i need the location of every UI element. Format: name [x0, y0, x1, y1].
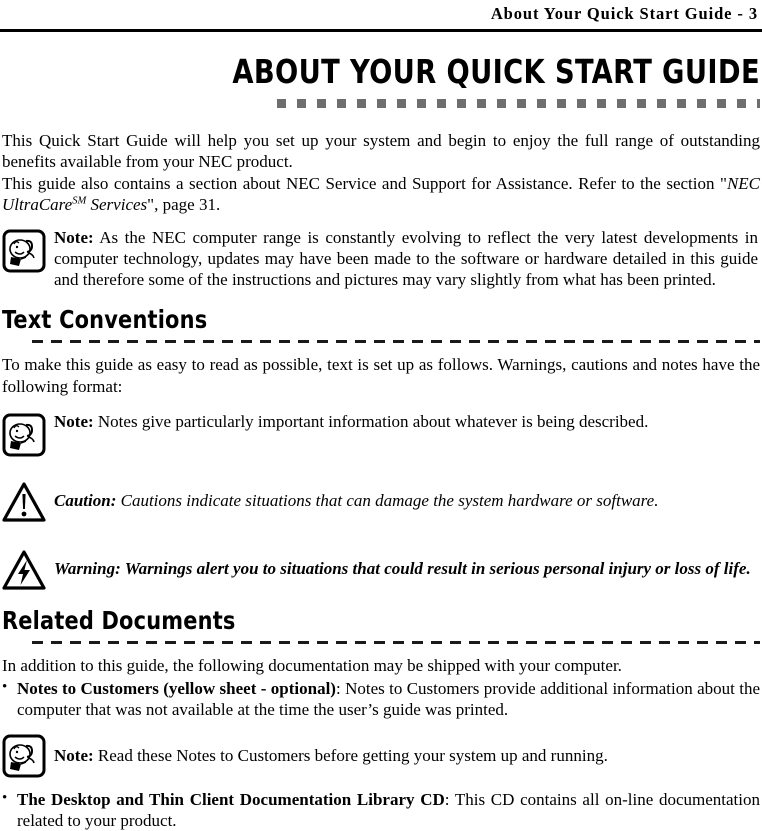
page-content: ABOUT YOUR QUICK START GUIDE This Quick … [0, 55, 762, 831]
intro-paragraph-2-text: This guide also contains a section about… [2, 173, 720, 193]
note-lead-2: Note: [54, 411, 94, 431]
list-item: • Notes to Customers (yellow sheet - opt… [2, 678, 760, 720]
bullet-marker: • [2, 678, 8, 695]
bullet-marker: • [2, 790, 8, 807]
warning-body: Warnings alert you to situations that co… [120, 559, 751, 579]
note-lead-1: Note: [54, 227, 94, 247]
section-heading-text-conventions: Text Conventions [2, 305, 208, 335]
note-hand-pen-icon [2, 227, 54, 273]
intro-paragraph-1: This Quick Start Guide will help you set… [2, 130, 760, 171]
note-body-3: Read these Notes to Customers before get… [93, 745, 608, 765]
quote-open: " [719, 173, 727, 193]
intro-paragraph-2: This guide also contains a section about… [2, 173, 760, 215]
note-body-1: As the NEC computer range is constantly … [54, 227, 758, 290]
warning-block: Warning: Warnings alert you to situation… [2, 547, 760, 591]
note-text-1: Note: As the NEC computer range is const… [54, 227, 760, 290]
note-block-3: Note: Read these Notes to Customers befo… [2, 732, 760, 778]
section-heading-related-documents: Related Documents [2, 605, 236, 635]
warning-text: Warning: Warnings alert you to situation… [54, 558, 760, 579]
service-mark-superscript: SM [72, 195, 87, 207]
bullet-title-1: Notes to Customers (yellow sheet - optio… [17, 678, 336, 698]
page-title: ABOUT YOUR QUICK START GUIDE [232, 51, 760, 91]
note-hand-pen-icon [2, 732, 54, 778]
text-conventions-intro: To make this guide as easy to read as po… [2, 355, 760, 396]
note-hand-pen-icon [2, 411, 54, 457]
bullet-title-2: The Desktop and Thin Client Documentatio… [17, 790, 445, 810]
warning-lead: Warning: [54, 559, 121, 579]
warning-triangle-lightning-icon [2, 547, 54, 591]
note-text-2: Note: Notes give particularly important … [54, 411, 760, 432]
note-lead-3: Note: [54, 745, 94, 765]
note-text-3: Note: Read these Notes to Customers befo… [54, 745, 760, 766]
header-rule [0, 28, 762, 32]
caution-body: Cautions indicate situations that can da… [116, 491, 659, 511]
intro-paragraph-2-page-ref: , page 31. [154, 194, 221, 214]
caution-text: Caution: Cautions indicate situations th… [54, 490, 760, 511]
running-header: About Your Quick Start Guide - 3 [490, 4, 758, 23]
section-dashed-rule-2 [32, 640, 760, 644]
section-dashed-rule-1 [32, 340, 760, 344]
note-block-2: Note: Notes give particularly important … [2, 411, 760, 457]
caution-lead: Caution: [54, 491, 117, 511]
bullet-content-2: The Desktop and Thin Client Documentatio… [17, 789, 760, 831]
list-item: • The Desktop and Thin Client Documentat… [2, 789, 760, 831]
note-body-2: Notes give particularly important inform… [93, 411, 649, 431]
caution-block: Caution: Cautions indicate situations th… [2, 479, 760, 523]
bullet-content-1: Notes to Customers (yellow sheet - optio… [17, 678, 760, 720]
ultracare-service-name-2: Services [86, 194, 148, 214]
document-page: About Your Quick Start Guide - 3 ABOUT Y… [0, 0, 762, 830]
caution-triangle-exclamation-icon [2, 479, 54, 523]
related-documents-intro: In addition to this guide, the following… [2, 655, 622, 675]
note-block-1: Note: As the NEC computer range is const… [2, 227, 760, 290]
title-dot-rule [277, 98, 760, 108]
